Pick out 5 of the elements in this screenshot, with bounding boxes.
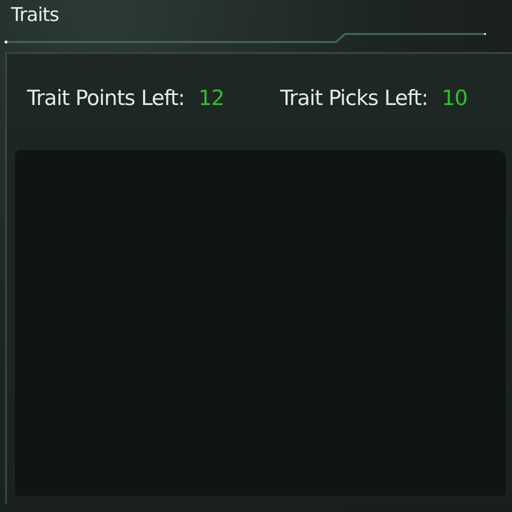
stat-label: Trait Points Left: xyxy=(27,86,185,110)
stat-value: 10 xyxy=(442,86,468,110)
window-title: Traits xyxy=(11,4,59,26)
stat-label: Trait Picks Left: xyxy=(280,86,428,110)
stat-value: 12 xyxy=(198,86,224,110)
